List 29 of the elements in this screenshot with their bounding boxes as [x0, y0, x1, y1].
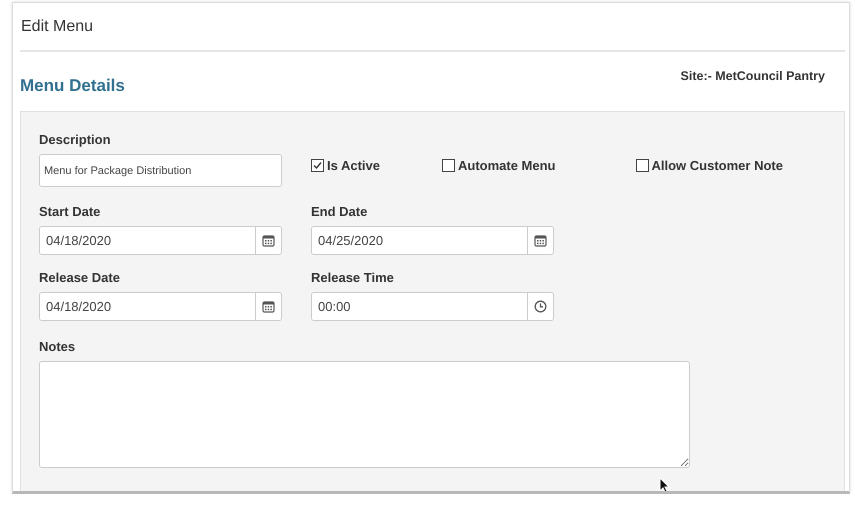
- date-picker-button[interactable]: [528, 226, 554, 255]
- date-field[interactable]: 04/18/2020: [39, 292, 256, 321]
- field-label: Notes: [39, 339, 76, 354]
- checkbox[interactable]: [442, 159, 455, 172]
- field-label: Release Time: [311, 270, 394, 285]
- notes-field[interactable]: [39, 361, 690, 468]
- date-field[interactable]: 04/18/2020: [39, 226, 256, 255]
- time-field[interactable]: 00:00: [311, 292, 528, 321]
- window-title: Edit Menu: [20, 18, 94, 36]
- date-field[interactable]: 04/25/2020: [311, 226, 528, 255]
- field-label: End Date: [311, 204, 368, 219]
- date-picker-button[interactable]: [256, 226, 282, 255]
- section-title: Menu Details: [20, 76, 125, 96]
- field-label: Description: [39, 132, 111, 147]
- checkbox[interactable]: [311, 159, 324, 172]
- field-label: Start Date: [39, 204, 100, 219]
- clock-icon: [534, 300, 547, 313]
- checkbox-label: Allow Customer Note: [652, 158, 783, 173]
- date-picker-button[interactable]: [256, 292, 282, 321]
- calendar-icon: [534, 234, 547, 247]
- calendar-icon: [262, 300, 275, 313]
- input-field[interactable]: Menu for Package Distribution: [39, 154, 282, 187]
- field-label: Release Date: [39, 270, 120, 285]
- site-label: Site:- MetCouncil Pantry: [680, 69, 825, 83]
- time-picker-button[interactable]: [528, 292, 554, 321]
- checkbox-label: Is Active: [327, 158, 380, 173]
- calendar-icon: [262, 234, 275, 247]
- checkbox-label: Automate Menu: [458, 158, 556, 173]
- checkbox[interactable]: [636, 159, 648, 172]
